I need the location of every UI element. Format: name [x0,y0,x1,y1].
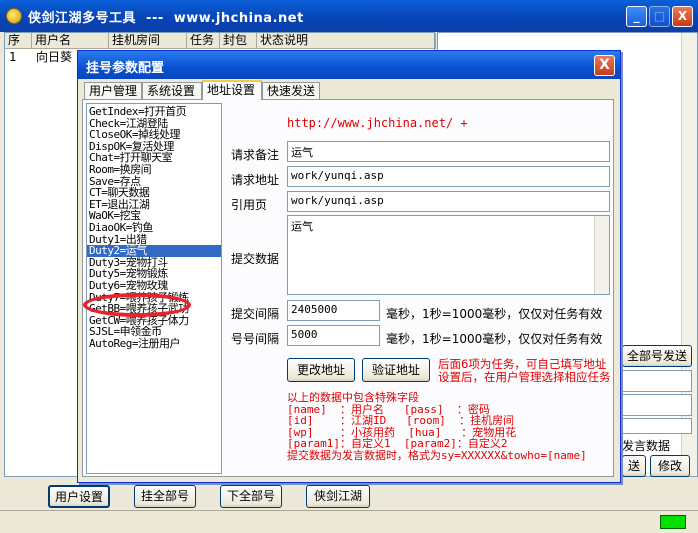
interval-unit: 毫秒，1秒=1000毫秒，仅仅对任务有效 [386,307,603,321]
speech-data-label: 发言数据 [622,439,671,453]
status-bar [0,510,698,533]
req-note-input[interactable]: 运气 [287,141,610,162]
dialog-title-bar: 挂号参数配置 X [78,51,620,79]
tab-user-management[interactable]: 用户管理 [84,82,142,100]
status-led [660,515,686,529]
modify-button[interactable]: 修改 [650,455,690,477]
interval-input[interactable]: 2405000 [287,300,380,321]
task-hint: 后面6项为任务，可自己填写地址 设置后，在用户管理选择相应任务 [438,357,611,384]
acct-interval-label: 号号间隔 [231,332,280,346]
list-item[interactable]: AutoReg=注册用户 [89,338,180,350]
tab-quick-send[interactable]: 快速发送 [262,82,320,100]
command-list[interactable]: GetIndex=打开首页 Check=江湖登陆 CloseOK=掉线处理 DispO… [86,103,222,474]
minimize-button[interactable]: _ [626,6,647,27]
col-status[interactable]: 状态说明 [257,33,436,49]
change-address-button[interactable]: 更改地址 [287,358,355,382]
acct-interval-input[interactable]: 5000 [287,325,380,346]
xiajian-button[interactable]: 侠剑江湖 [306,485,370,508]
referer-label: 引用页 [231,198,268,212]
table-row-username[interactable]: 向日葵 [36,50,72,66]
send-field-3[interactable] [622,418,692,434]
acct-interval-unit: 毫秒，1秒=1000毫秒，仅仅对任务有效 [386,332,603,346]
col-index[interactable]: 序 [5,33,32,49]
app-icon [6,8,22,24]
send-button[interactable]: 送 [622,455,646,477]
col-task[interactable]: 任务 [187,33,220,49]
tab-system-settings[interactable]: 系统设置 [142,82,202,100]
close-button[interactable]: X [672,6,693,27]
main-title-bar: 侠剑江湖多号工具 --- www.jhchina.net _ □ X [0,0,698,32]
req-note-label: 请求备注 [231,148,280,162]
referer-input[interactable]: work/yunqi.asp [287,191,610,212]
address-settings-panel: GetIndex=打开首页 Check=江湖登陆 CloseOK=掉线处理 DispO… [82,99,614,477]
post-data-textarea[interactable]: 运气 [287,215,610,295]
tab-address-settings[interactable]: 地址设置 [202,80,262,100]
send-field-2[interactable] [622,394,692,416]
config-dialog: 挂号参数配置 X 用户管理 系统设置 地址设置 快速发送 GetIndex=打开… [77,50,621,483]
post-data-scrollbar[interactable] [594,216,609,294]
site-link[interactable]: http://www.jhchina.net/ + [287,116,468,130]
col-packet[interactable]: 封包 [220,33,257,49]
col-username[interactable]: 用户名 [32,33,109,49]
unhang-all-button[interactable]: 下全部号 [220,485,282,508]
verify-address-button[interactable]: 验证地址 [362,358,430,382]
send-all-button[interactable]: 全部号发送 [622,345,692,367]
highlight-ellipse [83,293,191,317]
req-addr-input[interactable]: work/yunqi.asp [287,166,610,187]
hang-all-button[interactable]: 挂全部号 [134,485,196,508]
list-header: 序 用户名 挂机房间 任务 封包 状态说明 [5,33,436,49]
col-room[interactable]: 挂机房间 [109,33,187,49]
special-fields-note: 以上的数据中包含特殊字段 [name] ：用户名 [pass] ：密码 [id]… [287,391,587,462]
post-data-label: 提交数据 [231,252,280,266]
dialog-close-button[interactable]: X [594,55,615,76]
send-field-1[interactable] [622,370,692,392]
req-addr-label: 请求地址 [231,173,280,187]
interval-label: 提交间隔 [231,307,280,321]
window-title: 侠剑江湖多号工具 --- www.jhchina.net [28,11,304,26]
table-row-index[interactable]: 1 [9,50,17,66]
maximize-button[interactable]: □ [649,6,670,27]
user-settings-button[interactable]: 用户设置 [48,485,110,508]
dialog-title: 挂号参数配置 [86,61,165,76]
